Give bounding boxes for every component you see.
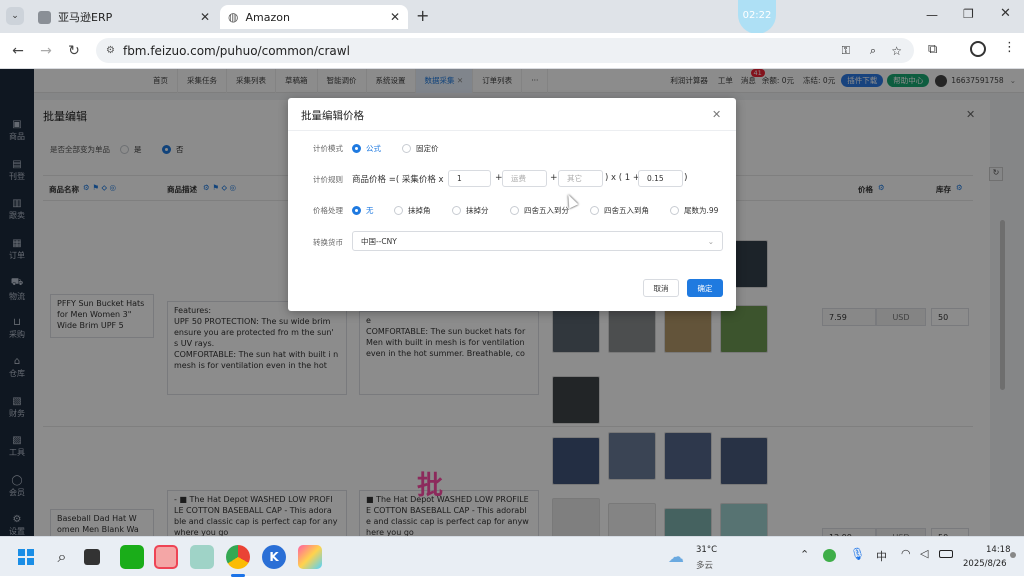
forward-arrow-icon[interactable]: → <box>36 41 56 61</box>
process-none-radio[interactable]: 无 <box>352 205 374 216</box>
rule-close-paren: ) <box>684 173 688 183</box>
radio-circle <box>590 206 599 215</box>
browser-tab-amazon[interactable]: ◍ Amazon ✕ <box>220 5 408 29</box>
mode-formula-radio[interactable]: 公式 <box>352 143 381 154</box>
radio-label: 抹掉角 <box>408 206 431 215</box>
clock-time[interactable]: 14:18 <box>986 545 1011 555</box>
close-tab-icon[interactable]: ✕ <box>200 10 210 24</box>
windows-start-icon[interactable] <box>14 545 38 569</box>
currency-value: 中国--CNY <box>361 236 397 246</box>
radio-circle <box>510 206 519 215</box>
menu-kebab-icon[interactable]: ⋮ <box>1003 40 1016 55</box>
chevron-up-icon[interactable]: ⌃ <box>800 548 809 561</box>
shipping-input[interactable]: 运费 <box>502 170 547 187</box>
weather-icon[interactable]: ☁ <box>668 547 684 566</box>
battery-icon[interactable] <box>939 550 953 558</box>
windows-taskbar: ⌕ K ☁ 31°C 多云 ⌃ 🎙 中 ◠ ◁ 14:18 2025/8/26 <box>0 536 1024 577</box>
rule-prefix-text: 商品价格 =( 采集价格 x <box>352 175 444 185</box>
price-process-label: 价格处理 <box>313 206 343 215</box>
wechat-icon[interactable] <box>120 545 144 569</box>
tab-list-dropdown[interactable]: ⌄ <box>6 7 24 25</box>
confirm-button[interactable]: 确定 <box>687 279 723 297</box>
weather-desc[interactable]: 多云 <box>696 559 713 571</box>
multiplier-input[interactable]: 1 <box>448 170 491 187</box>
app-icon-active[interactable] <box>154 545 178 569</box>
tray-app-icon[interactable] <box>823 549 836 562</box>
password-key-icon[interactable]: ⚿ <box>842 44 850 58</box>
radio-circle <box>670 206 679 215</box>
radio-label: 四舍五入到分 <box>524 206 569 215</box>
chevron-down-icon: ⌄ <box>707 236 714 246</box>
microphone-icon[interactable]: 🎙 <box>850 547 865 561</box>
pricing-rule-label: 计价规则 <box>313 175 343 184</box>
radio-label: 固定价 <box>416 144 439 153</box>
radio-label: 无 <box>366 206 374 215</box>
modal-title: 批量编辑价格 <box>301 110 364 122</box>
search-icon[interactable]: ⌕ <box>50 545 74 569</box>
process-drop-fen-radio[interactable]: 抹掉分 <box>452 205 489 216</box>
url-text: fbm.feizuo.com/puhuo/common/crawl <box>122 43 350 58</box>
task-view-icon[interactable] <box>84 549 100 565</box>
modal-header-divider <box>288 130 736 131</box>
close-tab-icon[interactable]: ✕ <box>390 10 400 24</box>
radio-circle <box>394 206 403 215</box>
process-round-fen-radio[interactable]: 四舍五入到分 <box>510 205 569 216</box>
profile-icon[interactable] <box>970 41 986 57</box>
radio-circle <box>402 144 411 153</box>
new-tab-button[interactable]: + <box>416 6 429 25</box>
timer-badge: 02:22 <box>738 0 776 34</box>
bookmark-star-icon[interactable]: ☆ <box>891 44 902 58</box>
plus-sign: + <box>550 173 558 183</box>
site-info-icon[interactable]: ⚙ <box>106 45 115 56</box>
process-99-radio[interactable]: 尾数为.99 <box>670 205 718 216</box>
rule-mid-text: ) x ( 1 + <box>605 173 641 183</box>
tab-label: Amazon <box>245 10 290 24</box>
pricing-mode-label: 计价模式 <box>313 144 343 153</box>
notification-bell-icon[interactable] <box>1010 552 1016 558</box>
volume-icon[interactable]: ◁ <box>920 547 928 560</box>
k-app-icon[interactable]: K <box>262 545 286 569</box>
minimize-button[interactable]: — <box>926 8 938 22</box>
extensions-icon[interactable]: ⧉ <box>928 42 937 57</box>
erp-favicon-icon <box>38 10 51 24</box>
mode-fixed-radio[interactable]: 固定价 <box>402 143 439 154</box>
batch-price-modal: 批量编辑价格 ✕ 计价模式 公式 固定价 计价规则 商品价格 =( 采集价格 x… <box>288 98 736 311</box>
maximize-button[interactable]: ❐ <box>963 7 974 21</box>
clock-date[interactable]: 2025/8/26 <box>963 559 1007 569</box>
weather-temp[interactable]: 31°C <box>696 545 717 555</box>
wifi-icon[interactable]: ◠ <box>901 547 911 560</box>
globe-icon: ◍ <box>228 10 239 24</box>
url-bar[interactable]: ⚙ fbm.feizuo.com/puhuo/common/crawl ⚿ ⌕ … <box>96 38 914 63</box>
pinwheel-app-icon[interactable] <box>190 545 214 569</box>
radio-circle <box>352 206 361 215</box>
other-input[interactable]: 其它 <box>558 170 603 187</box>
back-arrow-icon[interactable]: ← <box>8 41 28 61</box>
radio-label: 四舍五入到角 <box>604 206 649 215</box>
browser-tab-bar: ⌄ 亚马逊ERP ✕ ◍ Amazon ✕ + 02:22 — ❐ ✕ <box>0 0 1024 34</box>
process-drop-jiao-radio[interactable]: 抹掉角 <box>394 205 431 216</box>
close-window-button[interactable]: ✕ <box>1000 6 1011 21</box>
tab-label: 亚马逊ERP <box>58 11 113 24</box>
ime-indicator[interactable]: 中 <box>876 548 887 564</box>
modal-close-icon[interactable]: ✕ <box>712 108 721 121</box>
radio-circle <box>352 144 361 153</box>
radio-label: 公式 <box>366 144 381 153</box>
zoom-icon[interactable]: ⌕ <box>870 44 876 58</box>
cancel-button[interactable]: 取消 <box>643 279 679 297</box>
browser-tab-erp[interactable]: 亚马逊ERP ✕ <box>30 5 218 29</box>
chrome-icon[interactable] <box>226 545 250 569</box>
reload-icon[interactable]: ↻ <box>64 41 84 61</box>
process-round-jiao-radio[interactable]: 四舍五入到角 <box>590 205 649 216</box>
currency-select[interactable]: 中国--CNY ⌄ <box>352 231 723 251</box>
currency-label: 转换货币 <box>313 238 343 247</box>
radio-label: 抹掉分 <box>466 206 489 215</box>
multicolor-app-icon[interactable] <box>298 545 322 569</box>
radio-circle <box>452 206 461 215</box>
radio-label: 尾数为.99 <box>684 206 719 215</box>
rate-input[interactable]: 0.15 <box>638 170 683 187</box>
address-toolbar: ← → ↻ ⚙ fbm.feizuo.com/puhuo/common/craw… <box>0 33 1024 69</box>
